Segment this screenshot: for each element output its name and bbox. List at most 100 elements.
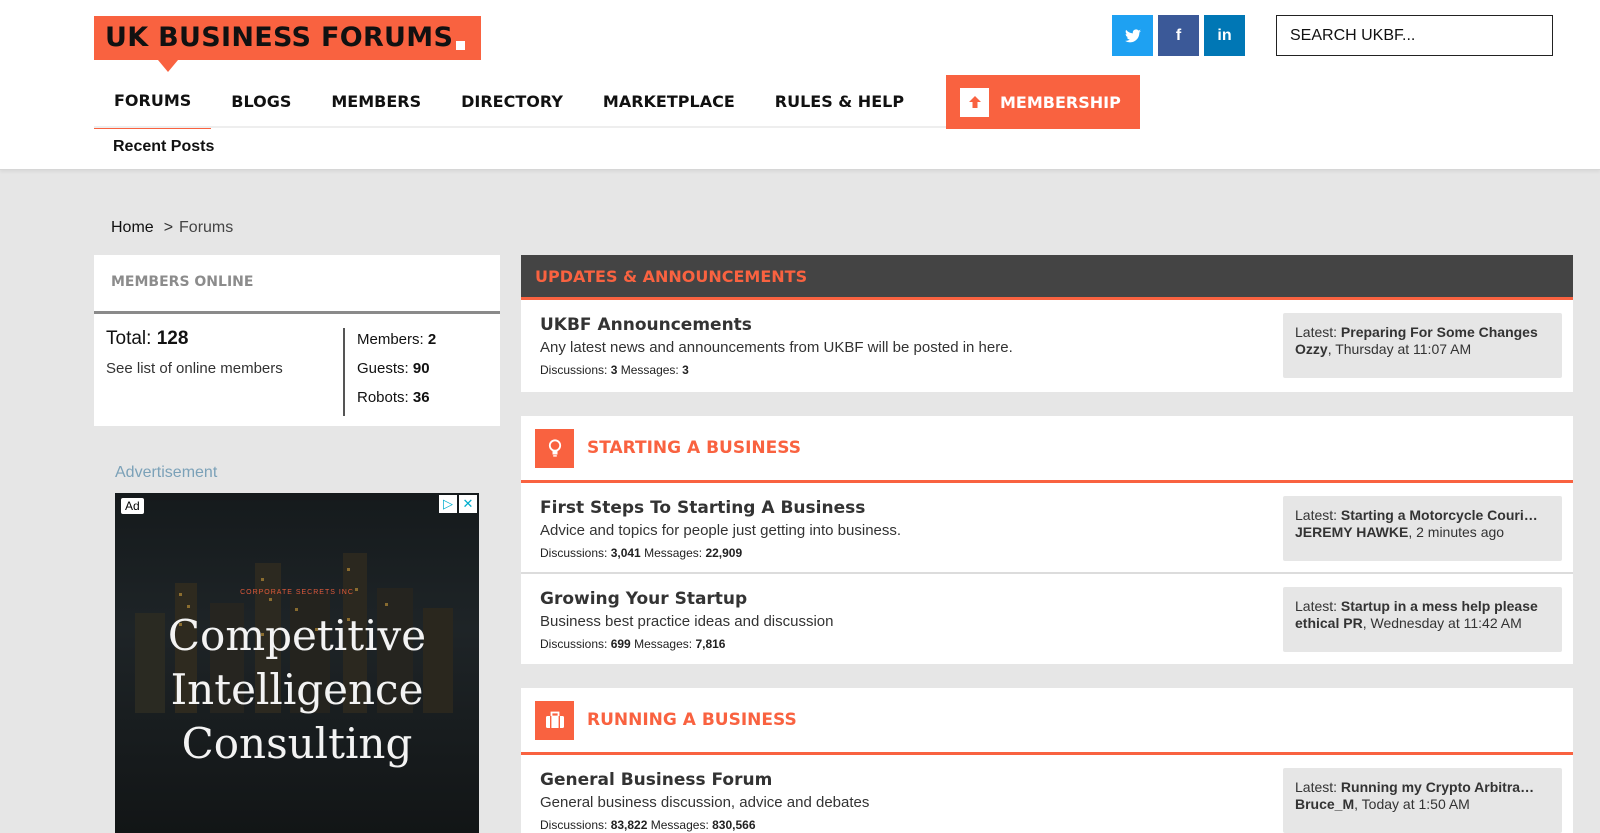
guests-count: Guests: 90 bbox=[357, 360, 430, 377]
category-starting-a-business: STARTING A BUSINESS First Steps To Start… bbox=[521, 416, 1573, 664]
breadcrumb-separator: > bbox=[163, 219, 174, 236]
online-members-link[interactable]: See list of online members bbox=[106, 360, 283, 377]
nav-underline bbox=[94, 126, 946, 128]
membership-label: MEMBERSHIP bbox=[1000, 92, 1121, 112]
site-logo[interactable]: UK BUSINESS FORUMS bbox=[94, 16, 481, 60]
category-title: RUNNING A BUSINESS bbox=[587, 710, 797, 730]
members-online-divider bbox=[343, 328, 345, 416]
nav-blogs[interactable]: BLOGS bbox=[211, 75, 311, 129]
ad-headline-line1: Competitive bbox=[167, 611, 427, 660]
latest-label: Latest: bbox=[1295, 779, 1338, 795]
members-online-title: MEMBERS ONLINE bbox=[94, 255, 500, 314]
search-input[interactable] bbox=[1276, 15, 1553, 56]
messages-count: 3 bbox=[682, 363, 689, 377]
advertisement-label: Advertisement bbox=[115, 464, 218, 481]
nav-directory[interactable]: DIRECTORY bbox=[441, 75, 583, 129]
forum-row: General Business Forum General business … bbox=[521, 755, 1573, 833]
discussions-label: Discussions: bbox=[540, 546, 608, 560]
latest-post-user[interactable]: ethical PR bbox=[1295, 615, 1363, 631]
latest-post-time: , Wednesday at 11:42 AM bbox=[1362, 615, 1522, 631]
forum-description: General business discussion, advice and … bbox=[540, 794, 870, 811]
guests-label: Guests: bbox=[357, 360, 409, 377]
discussions-count: 699 bbox=[610, 637, 631, 651]
latest-post-time: , Thursday at 11:07 AM bbox=[1327, 341, 1472, 357]
latest-post-title[interactable]: Startup in a mess help please bbox=[1341, 598, 1538, 615]
nav-membership[interactable]: MEMBERSHIP bbox=[946, 75, 1140, 129]
discussions-count: 83,822 bbox=[610, 818, 648, 832]
forum-title[interactable]: General Business Forum bbox=[540, 770, 772, 790]
total-value: 128 bbox=[156, 328, 189, 349]
breadcrumb-home[interactable]: Home bbox=[111, 219, 154, 236]
twitter-icon bbox=[1124, 28, 1141, 42]
discussions-count: 3 bbox=[610, 363, 618, 377]
twitter-button[interactable] bbox=[1112, 15, 1153, 56]
category-header[interactable]: RUNNING A BUSINESS bbox=[521, 688, 1573, 755]
discussions-label: Discussions: bbox=[540, 363, 608, 377]
latest-post-title[interactable]: Preparing For Some Changes bbox=[1341, 324, 1538, 341]
forum-stats: Discussions: 3,041 Messages: 22,909 bbox=[540, 546, 742, 560]
ad-headline: Competitive Intelligence Consulting bbox=[115, 609, 479, 771]
breadcrumb-current: Forums bbox=[179, 219, 234, 236]
latest-post-title[interactable]: Running my Crypto Arbitra… bbox=[1341, 779, 1534, 796]
briefcase-icon bbox=[535, 700, 574, 740]
lightbulb-icon bbox=[535, 428, 574, 468]
subnav-recent-posts[interactable]: Recent Posts bbox=[113, 138, 214, 156]
linkedin-button[interactable]: in bbox=[1204, 15, 1245, 56]
discussions-label: Discussions: bbox=[540, 637, 608, 651]
forum-stats: Discussions: 3 Messages: 3 bbox=[540, 363, 689, 377]
robots-label: Robots: bbox=[357, 389, 409, 406]
latest-post-user[interactable]: JEREMY HAWKE bbox=[1295, 524, 1408, 540]
latest-post: Latest: Running my Crypto Arbitra… Bruce… bbox=[1283, 768, 1562, 833]
category-header[interactable]: STARTING A BUSINESS bbox=[521, 416, 1573, 483]
linkedin-icon: in bbox=[1217, 26, 1232, 44]
latest-post: Latest: Startup in a mess help please et… bbox=[1283, 587, 1562, 652]
facebook-button[interactable]: f bbox=[1158, 15, 1199, 56]
members-count: Members: 2 bbox=[357, 331, 436, 348]
latest-post-user[interactable]: Ozzy bbox=[1295, 341, 1328, 357]
messages-label: Messages: bbox=[620, 363, 679, 377]
nav-rules-help[interactable]: RULES & HELP bbox=[755, 75, 924, 129]
site-header: UK BUSINESS FORUMS f in FORUMS BLOGS MEM… bbox=[0, 0, 1600, 170]
messages-label: Messages: bbox=[634, 637, 693, 651]
forum-title[interactable]: UKBF Announcements bbox=[540, 315, 752, 335]
members-online-widget: MEMBERS ONLINE Total: 128 See list of on… bbox=[94, 255, 500, 426]
robots-count: Robots: 36 bbox=[357, 389, 430, 406]
latest-label: Latest: bbox=[1295, 598, 1338, 614]
forum-row: UKBF Announcements Any latest news and a… bbox=[521, 300, 1573, 391]
messages-count: 830,566 bbox=[712, 818, 756, 832]
forum-stats: Discussions: 699 Messages: 7,816 bbox=[540, 637, 725, 651]
messages-count: 22,909 bbox=[705, 546, 743, 560]
nav-marketplace[interactable]: MARKETPLACE bbox=[583, 75, 755, 129]
forum-title[interactable]: First Steps To Starting A Business bbox=[540, 498, 865, 518]
total-label: Total: bbox=[106, 328, 152, 349]
logo-dot bbox=[456, 41, 466, 50]
ad-close-icon[interactable]: ✕ bbox=[459, 495, 477, 513]
breadcrumb: Home > Forums bbox=[111, 219, 233, 237]
forum-description: Business best practice ideas and discuss… bbox=[540, 613, 834, 630]
discussions-label: Discussions: bbox=[540, 818, 608, 832]
latest-post-title[interactable]: Starting a Motorcycle Couri… bbox=[1341, 507, 1538, 524]
nav-members[interactable]: MEMBERS bbox=[311, 75, 441, 129]
category-title: STARTING A BUSINESS bbox=[587, 438, 801, 458]
arrow-up-icon bbox=[960, 87, 989, 117]
members-value: 2 bbox=[427, 331, 437, 348]
category-header[interactable]: UPDATES & ANNOUNCEMENTS bbox=[521, 255, 1573, 300]
nav-forums[interactable]: FORUMS bbox=[94, 75, 212, 129]
members-label: Members: bbox=[357, 331, 424, 348]
advertisement-banner[interactable]: Ad ▷ ✕ CORPORATE SECRETS INC Competitive… bbox=[115, 493, 479, 833]
forum-description: Advice and topics for people just gettin… bbox=[540, 522, 902, 539]
forum-stats: Discussions: 83,822 Messages: 830,566 bbox=[540, 818, 756, 832]
forum-title[interactable]: Growing Your Startup bbox=[540, 589, 747, 609]
latest-post-user[interactable]: Bruce_M bbox=[1295, 796, 1354, 812]
forum-description: Any latest news and announcements from U… bbox=[540, 339, 1013, 356]
category-running-a-business: RUNNING A BUSINESS General Business Foru… bbox=[521, 688, 1573, 833]
ad-company: CORPORATE SECRETS INC bbox=[240, 589, 354, 596]
logo-text: UK BUSINESS FORUMS bbox=[105, 22, 454, 53]
latest-post-time: , Today at 1:50 AM bbox=[1354, 796, 1470, 812]
ad-headline-line2: Intelligence bbox=[170, 665, 424, 714]
latest-label: Latest: bbox=[1295, 507, 1338, 523]
forum-row: Growing Your Startup Business best pract… bbox=[521, 574, 1573, 665]
ad-choices-icon[interactable]: ▷ bbox=[439, 495, 457, 513]
forum-row: First Steps To Starting A Business Advic… bbox=[521, 483, 1573, 574]
ad-badge: Ad bbox=[121, 498, 144, 514]
